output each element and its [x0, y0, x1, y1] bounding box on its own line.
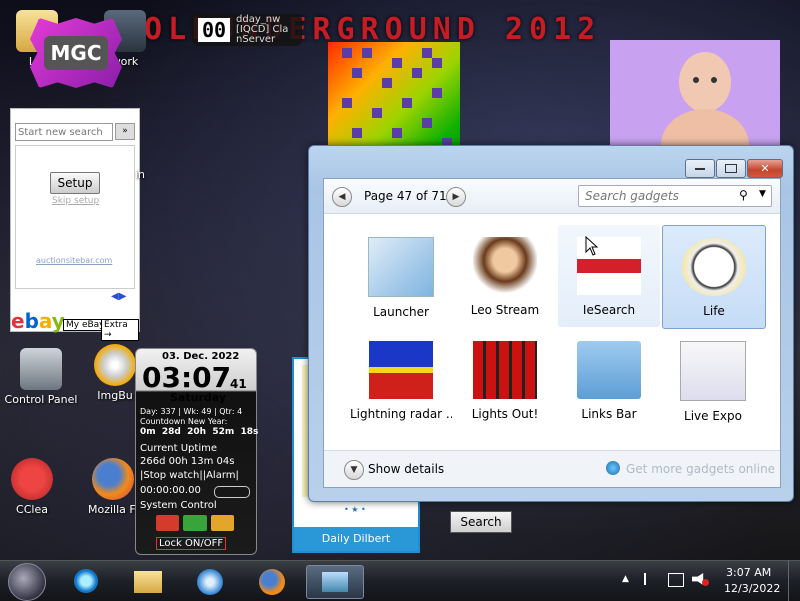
desktop-icon-firefox[interactable]: Mozilla Fi	[88, 458, 138, 516]
baby-icon	[661, 52, 749, 181]
restart-icon[interactable]	[183, 515, 207, 531]
mouse-cursor-icon	[585, 235, 599, 259]
gadget-gallery-content: ◀ Page 47 of 71 ▶ Search gadgets ⚲ ▼ Lau…	[323, 178, 781, 488]
dilbert-nav[interactable]: • ★ •	[344, 505, 366, 514]
taskbar-ie-icon[interactable]	[60, 565, 112, 597]
next-page-button[interactable]: ▶	[446, 187, 466, 207]
disc-icon	[94, 344, 136, 386]
flag-icon[interactable]	[644, 573, 658, 585]
network-tray-icon[interactable]	[668, 573, 684, 587]
auction-search-panel: » Setup Skip setup auctionsitebar.com ◀▶…	[10, 108, 140, 341]
lock-toggle[interactable]: Lock ON/OFF	[156, 537, 227, 550]
get-more-gadgets-link[interactable]: Get more gadgets online	[626, 462, 775, 476]
dilbert-title: Daily Dilbert	[294, 527, 418, 551]
status-digits: 00	[198, 18, 230, 42]
desktop-label-in: in	[134, 168, 146, 181]
control-panel-icon	[20, 348, 62, 390]
gadget-live-expo[interactable]: Live Expo	[662, 329, 764, 431]
gallery-footer: ▼ Show details Get more gadgets online	[324, 450, 780, 487]
ccleaner-icon	[11, 458, 53, 500]
gadget-iesearch[interactable]: IeSearch	[558, 225, 660, 327]
countdown-label: Countdown New Year:	[140, 417, 228, 426]
shutdown-icon[interactable]	[156, 515, 180, 531]
show-details-label[interactable]: Show details	[368, 462, 444, 476]
stopwatch-toggle[interactable]	[214, 486, 250, 498]
previous-page-button[interactable]: ◀	[332, 187, 352, 207]
chevron-down-icon: ▼	[350, 465, 358, 475]
page-indicator: Page 47 of 71	[364, 189, 447, 203]
muted-badge-icon	[702, 579, 709, 586]
links-bar-icon	[577, 341, 641, 399]
server-line-3: nServer	[236, 34, 276, 45]
clock-gadget[interactable]: 03. Dec. 2022 03:07 41 Saturday Day: 337…	[135, 348, 259, 555]
mgc-logo[interactable]: MGC	[30, 18, 122, 88]
clock-calendar-icon	[682, 238, 746, 296]
stopwatch-alarm-buttons[interactable]: |Stop watch||Alarm|	[140, 470, 239, 481]
search-button[interactable]: Search	[450, 511, 512, 533]
clock-info: Day: 337 | Wk: 49 | Qtr: 4	[140, 407, 243, 416]
globe-icon	[606, 461, 620, 475]
system-control-label: System Control	[140, 500, 217, 511]
desktop-icon-control-panel[interactable]: Control Panel	[4, 348, 78, 406]
taskbar-media-player-icon[interactable]	[184, 565, 236, 597]
gadget-gallery-window: ✕ ◀ Page 47 of 71 ▶ Search gadgets ⚲ ▼ L…	[308, 145, 794, 502]
chevron-down-icon[interactable]: ▼	[759, 189, 766, 199]
taskbar-time[interactable]: 3:07 AM	[726, 566, 771, 579]
firefox-icon	[92, 458, 134, 500]
minimize-button[interactable]	[685, 159, 715, 178]
search-icon[interactable]: ⚲	[739, 188, 748, 202]
auctionsitebar-link[interactable]: auctionsitebar.com	[36, 256, 112, 265]
taskbar-explorer-icon[interactable]	[122, 565, 174, 597]
start-button[interactable]	[8, 563, 46, 601]
gadget-search-placeholder: Search gadgets	[585, 189, 679, 203]
gadget-leo-stream[interactable]: Leo Stream	[454, 225, 556, 327]
gadget-lightning-radar[interactable]: Lightning radar ...	[350, 329, 452, 431]
document-pin-icon	[680, 341, 746, 401]
lights-grid-icon	[473, 341, 537, 399]
close-icon: ✕	[760, 162, 770, 175]
gadget-lights-out[interactable]: Lights Out!	[454, 329, 556, 431]
clock-weekday: Saturday	[170, 391, 226, 404]
taskbar: ▲ 3:07 AM 12/3/2022	[0, 560, 800, 601]
stopwatch-value: 00:00:00.00	[140, 485, 201, 496]
arrow-right-icon: ▶	[452, 192, 460, 202]
arrow-left-icon: ◀	[338, 192, 346, 202]
skip-setup-link[interactable]: Skip setup	[52, 196, 99, 206]
search-go-button[interactable]: »	[115, 123, 135, 140]
nav-arrows-icon[interactable]: ◀▶	[111, 291, 126, 302]
show-desktop-button[interactable]	[788, 561, 800, 601]
desktop-icon-ccleaner[interactable]: CClea	[4, 458, 60, 516]
close-button[interactable]: ✕	[747, 159, 783, 178]
search-input[interactable]	[15, 123, 113, 141]
server-status-widget: 00 dday_nw [IQCD] Cla nServer	[192, 14, 302, 46]
taskbar-date[interactable]: 12/3/2022	[724, 582, 780, 595]
op-tv-icon	[369, 341, 433, 399]
gadget-search-box[interactable]: Search gadgets ⚲ ▼	[578, 185, 772, 207]
taskbar-firefox-icon[interactable]	[246, 565, 298, 597]
gallery-toolbar: ◀ Page 47 of 71 ▶ Search gadgets ⚲ ▼	[324, 179, 780, 214]
uptime-label: Current Uptime	[140, 443, 217, 454]
maximize-button[interactable]	[716, 159, 746, 178]
show-details-button[interactable]: ▼	[344, 460, 364, 480]
baby-animation-gadget[interactable]	[610, 40, 780, 181]
taskbar-gadgets-icon[interactable]	[306, 565, 364, 599]
settings-icon[interactable]	[210, 515, 234, 531]
leo-stream-icon	[473, 237, 537, 295]
gadget-links-bar[interactable]: Links Bar	[558, 329, 660, 431]
clock-seconds: 41	[230, 377, 247, 391]
gadget-launcher[interactable]: Launcher	[350, 225, 452, 327]
gadget-life[interactable]: Life	[662, 225, 766, 329]
desktop-icon-imgburn[interactable]: ImgBu	[90, 344, 140, 402]
uptime-value: 266d 00h 13m 04s	[140, 456, 235, 467]
launcher-icon	[368, 237, 434, 297]
clock-time: 03:07	[142, 361, 232, 394]
extra-menu[interactable]: Extra →	[101, 319, 139, 341]
countdown-value: 0m 28d 20h 52m 18s	[140, 427, 259, 437]
setup-button[interactable]: Setup	[50, 172, 100, 194]
show-hidden-icons-button[interactable]: ▲	[622, 574, 629, 584]
ebay-logo[interactable]: ebay	[11, 309, 65, 333]
